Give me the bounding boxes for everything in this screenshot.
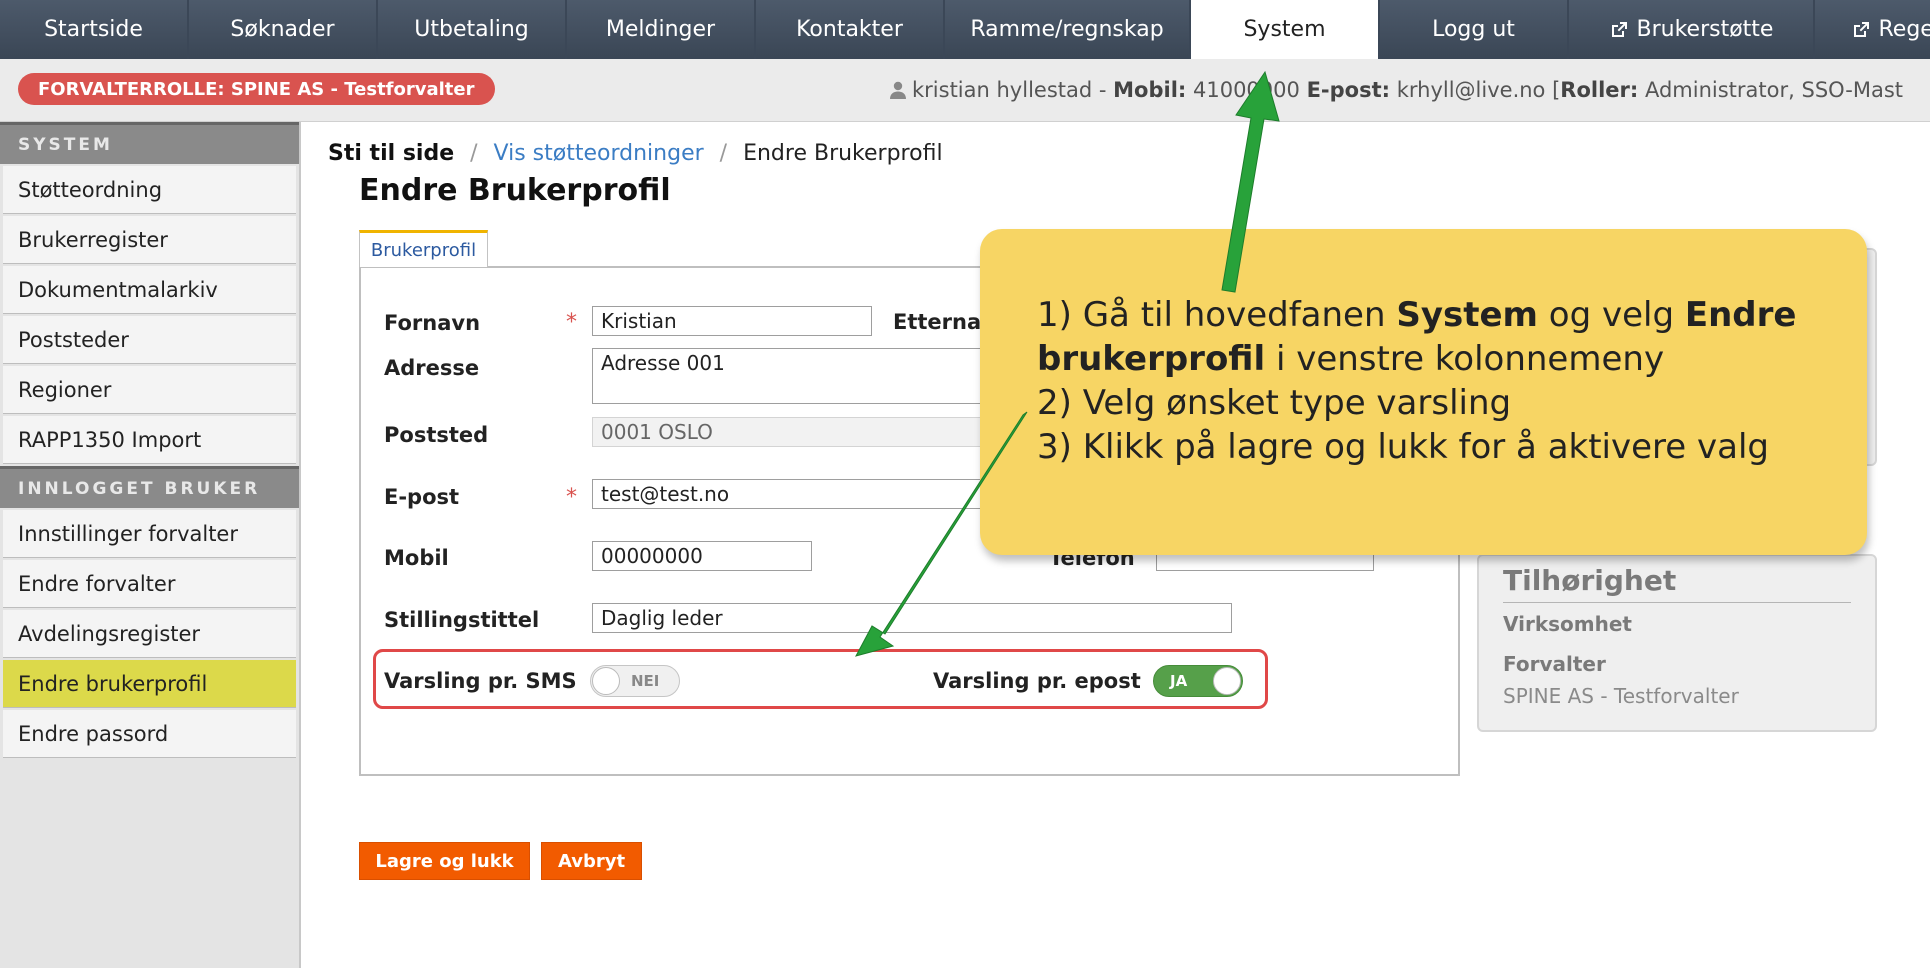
sms-varsling-label: Varsling pr. SMS <box>384 669 577 693</box>
stillingstittel-field[interactable]: Daglig leder <box>592 603 1232 633</box>
sidebar-item-avdelingsregister[interactable]: Avdelingsregister <box>3 610 296 658</box>
nav-tab-soknader[interactable]: Søknader <box>189 0 376 59</box>
breadcrumb-current: Endre Brukerprofil <box>743 141 943 166</box>
stillingstittel-label: Stillingstittel <box>384 608 540 632</box>
user-name: kristian hyllestad - <box>912 78 1107 102</box>
sidebar: SYSTEM Støtteordning Brukerregister Doku… <box>0 122 301 968</box>
role-bar: FORVALTERROLLE: SPINE AS - Testforvalter… <box>0 59 1930 122</box>
epost-toggle-label: JA <box>1170 672 1188 690</box>
adresse-label: Adresse <box>384 356 480 380</box>
nav-tab-utbetaling[interactable]: Utbetaling <box>378 0 565 59</box>
tilhorighet-title: Tilhørighet <box>1503 564 1677 597</box>
sms-toggle[interactable]: NEI <box>590 665 680 697</box>
epost-varsling-label: Varsling pr. epost <box>933 669 1141 693</box>
main-nav: Startside Søknader Utbetaling Meldinger … <box>0 0 1930 59</box>
sidebar-item-stotteordning[interactable]: Støtteordning <box>3 166 296 214</box>
epost-label: E-post <box>384 485 460 509</box>
epost-field[interactable]: test@test.no <box>592 479 1012 509</box>
sidebar-item-endre-forvalter[interactable]: Endre forvalter <box>3 560 296 608</box>
adresse-field[interactable]: Adresse 001 <box>592 348 1012 404</box>
role-badge[interactable]: FORVALTERROLLE: SPINE AS - Testforvalter <box>18 73 495 105</box>
forvalter-label: Forvalter <box>1503 652 1606 676</box>
divider <box>1503 602 1851 603</box>
virksomhet-label: Virksomhet <box>1503 612 1632 636</box>
nav-tab-meldinger[interactable]: Meldinger <box>567 0 754 59</box>
instruction-callout: 1) Gå til hovedfanen System og velg Endr… <box>980 229 1867 555</box>
required-icon: * <box>566 485 577 510</box>
poststed-field[interactable]: 0001 OSLO <box>592 417 1012 447</box>
nav-tab-ramme-regnskap[interactable]: Ramme/regnskap <box>945 0 1189 59</box>
user-icon <box>890 80 906 99</box>
breadcrumb-link[interactable]: Vis støtteordninger <box>494 141 704 166</box>
breadcrumb: Sti til side / Vis støtteordninger / Endre B… <box>328 141 943 166</box>
forvalter-value: SPINE AS - Testforvalter <box>1503 684 1739 708</box>
tab-brukerprofil[interactable]: Brukerprofil <box>359 230 488 267</box>
callout-text: 1) Gå til hovedfanen System og velg Endr… <box>1037 295 1797 467</box>
nav-tab-startside[interactable]: Startside <box>0 0 187 59</box>
sidebar-item-endre-passord[interactable]: Endre passord <box>3 710 296 758</box>
sidebar-section-system: SYSTEM <box>0 122 299 164</box>
sms-toggle-label: NEI <box>631 672 660 690</box>
mobil-field[interactable]: 00000000 <box>592 541 812 571</box>
sidebar-item-innstillinger-forvalter[interactable]: Innstillinger forvalter <box>3 510 296 558</box>
sidebar-item-endre-brukerprofil[interactable]: Endre brukerprofil <box>3 660 296 708</box>
user-info: kristian hyllestad - Mobil: 41000000 E-p… <box>890 78 1903 102</box>
required-icon: * <box>566 310 577 335</box>
poststed-label: Poststed <box>384 423 489 447</box>
sidebar-item-brukerregister[interactable]: Brukerregister <box>3 216 296 264</box>
epost-toggle[interactable]: JA <box>1153 665 1243 697</box>
toggle-knob <box>1213 667 1241 695</box>
mobil-label: Mobil <box>384 546 449 570</box>
sidebar-section-innlogget-bruker: INNLOGGET BRUKER <box>0 466 299 508</box>
nav-tab-kontakter[interactable]: Kontakter <box>756 0 943 59</box>
page-title: Endre Brukerprofil <box>359 173 671 208</box>
fornavn-field[interactable]: Kristian <box>592 306 872 336</box>
toggle-knob <box>592 667 620 695</box>
sidebar-item-regioner[interactable]: Regioner <box>3 366 296 414</box>
nav-tab-regelverk[interactable]: Regelve <box>1815 0 1930 59</box>
nav-tab-logg-ut[interactable]: Logg ut <box>1380 0 1567 59</box>
external-link-icon <box>1609 20 1629 40</box>
tilhorighet-panel: Tilhørighet Virksomhet Forvalter SPINE A… <box>1477 554 1877 732</box>
sidebar-item-dokumentmalarkiv[interactable]: Dokumentmalarkiv <box>3 266 296 314</box>
nav-tab-system[interactable]: System <box>1191 0 1378 59</box>
cancel-button[interactable]: Avbryt <box>541 842 642 880</box>
sidebar-item-rapp1350-import[interactable]: RAPP1350 Import <box>3 416 296 464</box>
save-and-close-button[interactable]: Lagre og lukk <box>359 842 530 880</box>
fornavn-label: Fornavn <box>384 311 481 335</box>
sidebar-item-poststeder[interactable]: Poststeder <box>3 316 296 364</box>
breadcrumb-lead: Sti til side <box>328 141 455 166</box>
nav-tab-brukerstotte[interactable]: Brukerstøtte <box>1569 0 1813 59</box>
external-link-icon <box>1851 20 1871 40</box>
